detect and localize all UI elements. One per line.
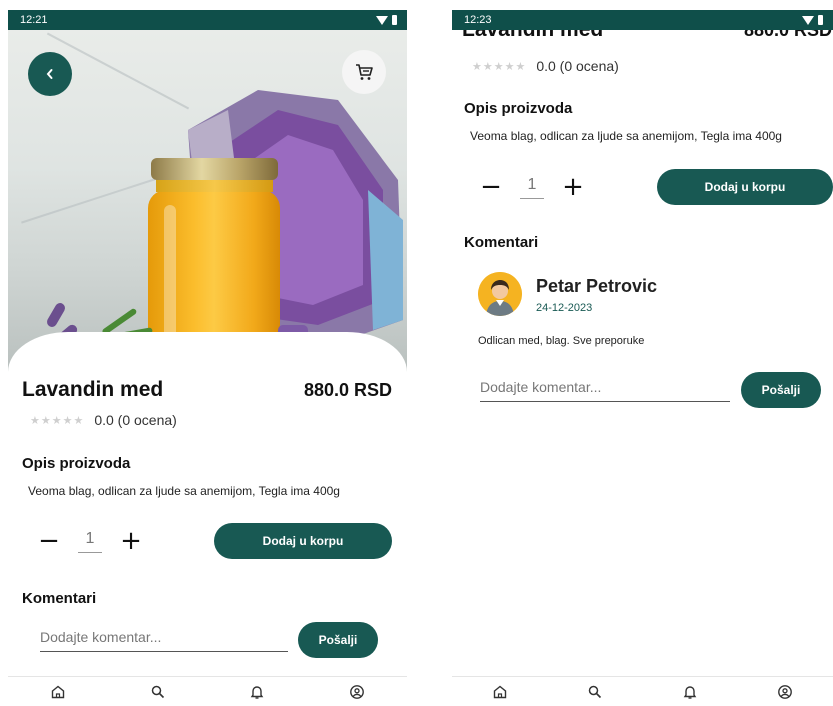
add-to-cart-button[interactable]: Dodaj u korpu — [214, 523, 392, 559]
comment-text: Odlican med, blag. Sve preporuke — [478, 335, 645, 347]
status-bar: 12:21 — [8, 10, 407, 30]
rating-text: 0.0 (0 ocena) — [94, 412, 177, 428]
nav-profile[interactable] — [337, 679, 377, 705]
home-icon — [51, 685, 65, 698]
add-to-cart-button[interactable]: Dodaj u korpu — [657, 169, 833, 205]
send-comment-button[interactable]: Pošalji — [741, 372, 821, 408]
send-comment-button[interactable]: Pošalji — [298, 622, 378, 658]
nav-notifications[interactable] — [237, 679, 277, 705]
search-icon — [151, 685, 164, 698]
marble-vein — [21, 178, 155, 224]
rating: ★★★★★ 0.0 (0 ocena) — [30, 412, 177, 428]
search-icon — [588, 685, 601, 698]
star-icons: ★★★★★ — [472, 60, 527, 73]
rating: ★★★★★ 0.0 (0 ocena) — [472, 58, 619, 74]
product-name: Lavandin med — [22, 378, 164, 401]
jar-lid — [151, 158, 278, 180]
status-time: 12:21 — [20, 14, 48, 26]
screenshot-canvas: 12:21 Lavandin med 880.0 RSD ★★★★★ 0.0 (… — [0, 0, 833, 706]
product-description: Veoma blag, odlican za ljude sa anemijom… — [28, 484, 340, 498]
nav-search[interactable] — [575, 679, 615, 705]
increase-button[interactable]: + — [558, 174, 588, 200]
home-icon — [493, 685, 506, 698]
comments-title: Komentari — [464, 234, 539, 251]
product-price: 880.0 RSD — [303, 379, 392, 400]
comments-title: Komentari — [22, 590, 97, 607]
bell-icon — [251, 685, 264, 699]
status-icons — [376, 15, 397, 25]
chevron-left-icon — [46, 69, 53, 79]
quantity-stepper: − 1 + — [34, 528, 146, 554]
nav-home[interactable] — [480, 679, 520, 705]
lavender-flower — [45, 301, 67, 329]
bottom-navigation — [8, 676, 407, 706]
nav-notifications[interactable] — [670, 679, 710, 705]
quantity-stepper: − 1 + — [476, 174, 588, 200]
nav-profile[interactable] — [765, 679, 805, 705]
product-screen-scrolled: Lavandin med 880.0 RSD 12:23 ★★★★★ 0.0 (… — [452, 10, 833, 706]
comment-input[interactable]: Dodajte komentar... — [40, 622, 288, 652]
product-header: Lavandin med 880.0 RSD — [22, 378, 392, 402]
profile-icon — [350, 684, 365, 699]
decrease-button[interactable]: − — [34, 528, 64, 554]
status-icons — [802, 15, 823, 25]
product-screen-top: 12:21 Lavandin med 880.0 RSD ★★★★★ 0.0 (… — [8, 10, 407, 706]
comment-author: Petar Petrovic — [536, 276, 658, 296]
quantity-value[interactable]: 1 — [78, 530, 102, 553]
user-avatar-icon — [478, 272, 522, 316]
jar-shine — [164, 205, 176, 345]
quantity-value[interactable]: 1 — [520, 176, 544, 199]
increase-button[interactable]: + — [116, 528, 146, 554]
star-icons: ★★★★★ — [30, 414, 85, 427]
description-title: Opis proizvoda — [464, 100, 573, 117]
wifi-icon — [802, 15, 814, 25]
battery-icon — [392, 15, 397, 25]
nav-search[interactable] — [138, 679, 178, 705]
bottom-navigation — [452, 676, 833, 706]
nav-home[interactable] — [38, 679, 78, 705]
back-button[interactable] — [28, 52, 72, 96]
profile-icon — [778, 684, 793, 699]
status-bar: 12:23 — [452, 10, 833, 30]
rating-text: 0.0 (0 ocena) — [536, 58, 619, 74]
battery-icon — [818, 15, 823, 25]
status-time: 12:23 — [464, 14, 492, 26]
wifi-icon — [376, 15, 388, 25]
product-description: Veoma blag, odlican za ljude sa anemijom… — [470, 129, 782, 143]
cart-icon — [356, 64, 373, 80]
comment-date: 24-12-2023 — [536, 302, 593, 314]
bell-icon — [683, 685, 697, 699]
decrease-button[interactable]: − — [476, 174, 506, 200]
avatar — [478, 272, 522, 316]
comment-input[interactable]: Dodajte komentar... — [480, 372, 730, 402]
description-title: Opis proizvoda — [22, 455, 131, 472]
cart-button[interactable] — [342, 50, 386, 94]
